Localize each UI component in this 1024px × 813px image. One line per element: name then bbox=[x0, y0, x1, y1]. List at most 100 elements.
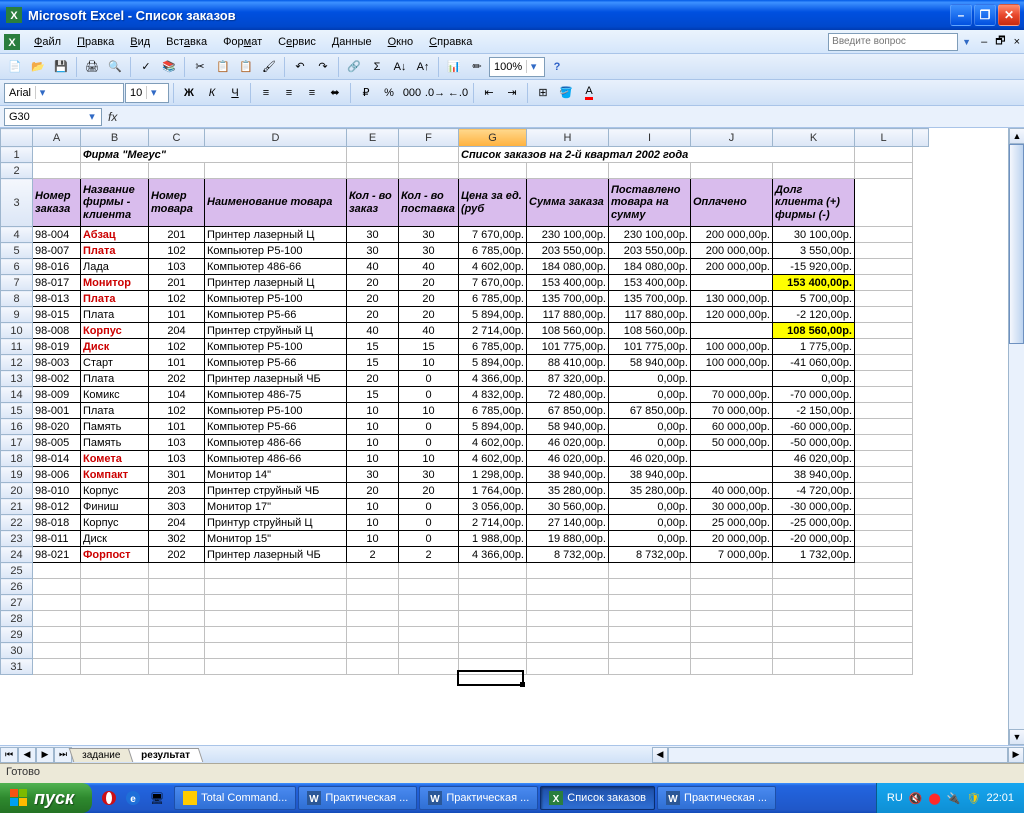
mdi-restore-button[interactable]: 🗗 bbox=[995, 32, 1005, 51]
chevron-down-icon[interactable]: ▾ bbox=[85, 110, 99, 123]
save-icon[interactable]: 💾 bbox=[50, 56, 72, 78]
tray-icon[interactable]: ⬤ bbox=[928, 792, 940, 805]
underline-icon[interactable]: Ч bbox=[224, 82, 246, 104]
tab-nav-prev-icon[interactable]: ◀ bbox=[18, 747, 36, 763]
ql-ie-icon[interactable]: e bbox=[122, 787, 144, 809]
scroll-left-icon[interactable]: ◀ bbox=[652, 747, 668, 763]
drawing-icon[interactable]: ✏ bbox=[466, 56, 488, 78]
scroll-up-icon[interactable]: ▲ bbox=[1009, 128, 1024, 144]
chevron-down-icon[interactable]: ▾ bbox=[526, 60, 540, 73]
mdi-minimize-button[interactable]: – bbox=[981, 36, 987, 48]
open-icon[interactable]: 📂 bbox=[27, 56, 49, 78]
hyperlink-icon[interactable]: 🔗 bbox=[343, 56, 365, 78]
menu-window[interactable]: Окно bbox=[380, 33, 422, 51]
zoom-combo[interactable]: 100%▾ bbox=[489, 57, 545, 77]
undo-icon[interactable]: ↶ bbox=[289, 56, 311, 78]
menu-insert[interactable]: Вставка bbox=[158, 33, 215, 51]
tab-nav-first-icon[interactable]: ⏮ bbox=[0, 747, 18, 763]
bold-icon[interactable]: Ж bbox=[178, 82, 200, 104]
sort-desc-icon[interactable]: A↑ bbox=[412, 56, 434, 78]
increase-indent-icon[interactable]: ⇥ bbox=[501, 82, 523, 104]
research-icon[interactable]: 📚 bbox=[158, 56, 180, 78]
taskbar-item[interactable]: WПрактическая ... bbox=[657, 786, 776, 810]
taskbar-item[interactable]: WПрактическая ... bbox=[419, 786, 538, 810]
currency-icon[interactable]: ₽ bbox=[355, 82, 377, 104]
formula-input[interactable] bbox=[123, 108, 1024, 126]
ask-dropdown-icon[interactable]: ▼ bbox=[962, 37, 971, 47]
window-title: Microsoft Excel - Список заказов bbox=[28, 8, 950, 23]
sort-asc-icon[interactable]: A↓ bbox=[389, 56, 411, 78]
grid[interactable]: ABCDEFGHIJKL1Фирма "Мегус"Список заказов… bbox=[0, 128, 929, 675]
percent-icon[interactable]: % bbox=[378, 82, 400, 104]
fill-color-icon[interactable]: 🪣 bbox=[555, 82, 577, 104]
formula-bar: G30▾ fx bbox=[0, 106, 1024, 128]
autosum-icon[interactable]: Σ bbox=[366, 56, 388, 78]
print-preview-icon[interactable]: 🔍 bbox=[104, 56, 126, 78]
sheet-tab-zadanie[interactable]: задание bbox=[69, 748, 134, 762]
spelling-icon[interactable]: ✓ bbox=[135, 56, 157, 78]
tab-nav-next-icon[interactable]: ▶ bbox=[36, 747, 54, 763]
ql-opera-icon[interactable] bbox=[98, 787, 120, 809]
language-indicator[interactable]: RU bbox=[887, 792, 903, 804]
clock[interactable]: 22:01 bbox=[986, 792, 1014, 804]
font-size-combo[interactable]: 10▾ bbox=[125, 83, 169, 103]
font-combo[interactable]: Arial▾ bbox=[4, 83, 124, 103]
align-center-icon[interactable]: ≡ bbox=[278, 82, 300, 104]
start-button[interactable]: пуск bbox=[0, 783, 92, 813]
taskbar-item[interactable]: Total Command... bbox=[174, 786, 296, 810]
horizontal-scrollbar[interactable]: ◀ ▶ bbox=[652, 747, 1024, 763]
borders-icon[interactable]: ⊞ bbox=[532, 82, 554, 104]
cut-icon[interactable]: ✂ bbox=[189, 56, 211, 78]
svg-text:X: X bbox=[10, 10, 18, 22]
increase-decimal-icon[interactable]: .0→ bbox=[424, 82, 446, 104]
menu-edit[interactable]: Правка bbox=[69, 33, 122, 51]
tray-icon[interactable]: 🔌 bbox=[947, 792, 961, 805]
chevron-down-icon[interactable]: ▾ bbox=[35, 86, 49, 99]
decrease-indent-icon[interactable]: ⇤ bbox=[478, 82, 500, 104]
maximize-button[interactable]: ❐ bbox=[974, 4, 996, 26]
merge-icon[interactable]: ⬌ bbox=[324, 82, 346, 104]
align-left-icon[interactable]: ≡ bbox=[255, 82, 277, 104]
mdi-close-button[interactable]: × bbox=[1014, 36, 1020, 48]
name-box[interactable]: G30▾ bbox=[4, 108, 102, 126]
sheet-tab-rezultat[interactable]: результат bbox=[128, 748, 203, 762]
decrease-decimal-icon[interactable]: ←.0 bbox=[447, 82, 469, 104]
menu-file[interactable]: Файл bbox=[26, 33, 69, 51]
comma-icon[interactable]: 000 bbox=[401, 82, 423, 104]
windows-logo-icon bbox=[10, 789, 28, 807]
svg-text:W: W bbox=[310, 794, 320, 805]
font-color-icon[interactable]: A bbox=[578, 82, 600, 104]
quick-launch: e 🖥 bbox=[98, 787, 168, 809]
help-icon[interactable]: ? bbox=[546, 56, 568, 78]
chart-icon[interactable]: 📊 bbox=[443, 56, 465, 78]
taskbar-item[interactable]: WПрактическая ... bbox=[298, 786, 417, 810]
system-tray: RU 🔇 ⬤ 🔌 🛡 22:01 bbox=[876, 783, 1024, 813]
align-right-icon[interactable]: ≡ bbox=[301, 82, 323, 104]
menu-data[interactable]: Данные bbox=[324, 33, 380, 51]
chevron-down-icon[interactable]: ▾ bbox=[146, 86, 160, 99]
taskbar-item[interactable]: XСписок заказов bbox=[540, 786, 655, 810]
menubar: X Файл Правка Вид Вставка Формат Сервис … bbox=[0, 30, 1024, 54]
scroll-down-icon[interactable]: ▼ bbox=[1009, 729, 1024, 745]
scroll-right-icon[interactable]: ▶ bbox=[1008, 747, 1024, 763]
print-icon[interactable]: 🖨 bbox=[81, 56, 103, 78]
format-painter-icon[interactable]: 🖌 bbox=[258, 56, 280, 78]
menu-service[interactable]: Сервис bbox=[270, 33, 324, 51]
fx-icon[interactable]: fx bbox=[108, 110, 117, 124]
italic-icon[interactable]: К bbox=[201, 82, 223, 104]
ask-question-input[interactable] bbox=[828, 33, 958, 51]
paste-icon[interactable]: 📋 bbox=[235, 56, 257, 78]
tray-icon[interactable]: 🔇 bbox=[909, 792, 923, 805]
spreadsheet: ABCDEFGHIJKL1Фирма "Мегус"Список заказов… bbox=[0, 128, 1024, 763]
menu-format[interactable]: Формат bbox=[215, 33, 270, 51]
vertical-scrollbar[interactable]: ▲ ▼ bbox=[1008, 128, 1024, 745]
close-button[interactable]: ✕ bbox=[998, 4, 1020, 26]
minimize-button[interactable]: – bbox=[950, 4, 972, 26]
new-icon[interactable]: 📄 bbox=[4, 56, 26, 78]
menu-view[interactable]: Вид bbox=[122, 33, 158, 51]
redo-icon[interactable]: ↷ bbox=[312, 56, 334, 78]
menu-help[interactable]: Справка bbox=[421, 33, 480, 51]
ql-desktop-icon[interactable]: 🖥 bbox=[146, 787, 168, 809]
tray-icon[interactable]: 🛡 bbox=[967, 792, 981, 805]
copy-icon[interactable]: 📋 bbox=[212, 56, 234, 78]
